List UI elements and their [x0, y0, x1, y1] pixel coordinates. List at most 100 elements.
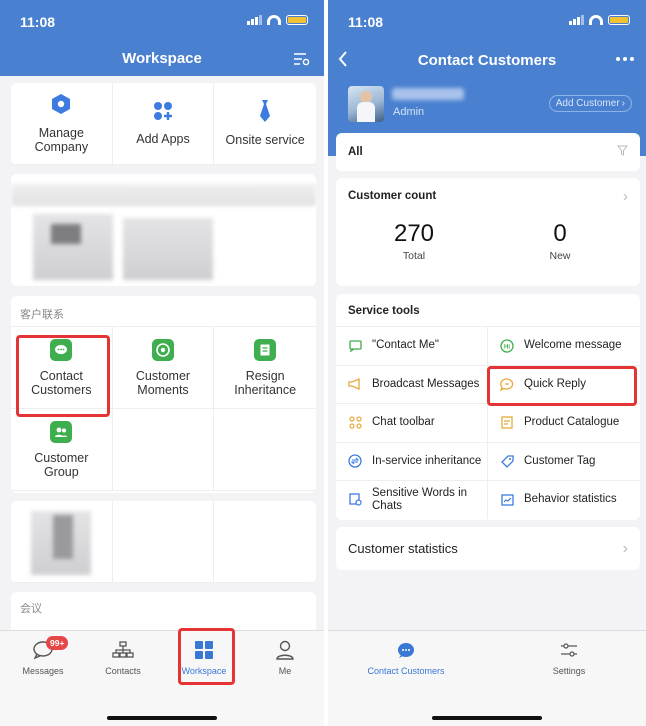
- customer-count-card[interactable]: Customer count › 270 Total 0 New: [336, 178, 640, 286]
- resign-inheritance-app[interactable]: Resign Inheritance: [214, 327, 316, 409]
- workspace-screen: 11:08 Workspace Manage Company Add Apps: [0, 0, 324, 726]
- tool-welcome-message[interactable]: Hi Welcome message: [488, 326, 640, 365]
- chat-bubble-icon: [364, 639, 448, 661]
- battery-icon: [286, 15, 308, 25]
- app-label: Customer Moments: [135, 368, 191, 397]
- tool-label: Chat toolbar: [372, 416, 435, 429]
- tab-label: Contact Customers: [367, 666, 445, 676]
- tab-label: Me: [278, 666, 292, 676]
- shutter-icon: [151, 338, 174, 361]
- tool-broadcast-messages[interactable]: Broadcast Messages: [336, 364, 488, 403]
- onsite-service-app[interactable]: Onsite service: [214, 83, 316, 165]
- megaphone-icon: [348, 377, 362, 391]
- highlight-contact-customers: [16, 335, 110, 417]
- page-title: Contact Customers: [417, 52, 557, 69]
- more-icon[interactable]: [616, 57, 634, 61]
- tab-me[interactable]: Me: [250, 639, 320, 676]
- app-label: Resign Inheritance: [234, 368, 297, 397]
- total-label: Total: [402, 250, 426, 262]
- settings-sliders-icon: [534, 639, 604, 661]
- tab-contact-customers[interactable]: Contact Customers: [364, 639, 448, 676]
- stats-icon: [500, 493, 514, 507]
- add-customer-button[interactable]: Add Customer ›: [548, 95, 632, 112]
- battery-icon: [608, 15, 630, 25]
- tie-icon: [258, 100, 272, 125]
- total-count: 270: [393, 220, 435, 247]
- tab-settings[interactable]: Settings: [534, 639, 604, 676]
- wifi-icon: [589, 15, 603, 25]
- highlight-workspace-tab: [178, 628, 235, 685]
- tool-customer-tag[interactable]: Customer Tag: [488, 441, 640, 481]
- nav-bar: 11:08 Workspace: [0, 0, 324, 76]
- tool-in-service-inheritance[interactable]: In-service inheritance: [336, 441, 488, 480]
- tool-contact-me[interactable]: "Contact Me": [336, 326, 488, 365]
- tab-messages[interactable]: 99+ Messages: [8, 636, 78, 676]
- section-label: 会议: [20, 603, 42, 615]
- tool-label: In-service inheritance: [372, 454, 482, 467]
- blurred-apps-card: [11, 174, 316, 286]
- avatar: [348, 86, 384, 122]
- group-icon: [50, 420, 73, 443]
- add-apps-icon: [153, 101, 173, 124]
- app-label: Add Apps: [136, 132, 190, 146]
- filter-bar[interactable]: All: [336, 133, 640, 171]
- tool-behavior-statistics[interactable]: Behavior statistics: [488, 480, 640, 519]
- contact-me-icon: [348, 339, 362, 353]
- filter-icon[interactable]: [616, 143, 629, 161]
- messages-icon: 99+: [8, 636, 78, 661]
- bottom-tab-bar: Contact Customers Settings: [328, 630, 646, 726]
- transfer-icon: [348, 454, 362, 468]
- home-indicator: [107, 716, 217, 720]
- tool-product-catalogue[interactable]: Product Catalogue: [488, 403, 640, 442]
- catalogue-icon: [500, 416, 514, 430]
- hi-icon: Hi: [500, 339, 514, 353]
- page-title: Workspace: [122, 50, 202, 67]
- highlight-quick-reply: [487, 366, 637, 406]
- document-icon: [254, 338, 277, 361]
- tool-label: Broadcast Messages: [372, 377, 480, 390]
- signal-icon: [569, 15, 584, 25]
- tab-contacts[interactable]: Contacts: [88, 639, 158, 676]
- chevron-right-icon: ›: [622, 539, 628, 557]
- unread-badge: 99+: [46, 636, 69, 650]
- user-role: Admin: [393, 106, 425, 118]
- top-apps-card: Manage Company Add Apps Onsite service: [11, 83, 316, 165]
- person-icon: [250, 639, 320, 661]
- manage-company-app[interactable]: Manage Company: [11, 83, 113, 165]
- tool-sensitive-words[interactable]: Sensitive Words in Chats: [336, 480, 488, 519]
- tag-icon: [500, 454, 514, 468]
- status-bar: 11:08: [0, 0, 324, 40]
- customer-moments-app[interactable]: Customer Moments: [112, 327, 215, 409]
- statistics-label: Customer statistics: [348, 541, 458, 556]
- manage-apps-icon[interactable]: [294, 52, 310, 66]
- signal-icon: [247, 15, 262, 25]
- empty-cell: [214, 409, 316, 491]
- tool-chat-toolbar[interactable]: Chat toolbar: [336, 403, 488, 442]
- chevron-right-icon: ›: [621, 98, 625, 109]
- add-customer-label: Add Customer: [555, 98, 620, 109]
- status-time: 11:08: [20, 14, 56, 30]
- customer-statistics-row[interactable]: Customer statistics ›: [336, 527, 640, 570]
- bottom-tab-bar: 99+ Messages Contacts Workspace Me: [0, 630, 324, 726]
- tool-label: Product Catalogue: [524, 416, 620, 429]
- app-label: Customer Group: [34, 450, 89, 479]
- app-label: Onsite service: [225, 133, 305, 147]
- status-bar: 11:08: [328, 0, 646, 40]
- empty-cell: [112, 409, 215, 491]
- wifi-icon: [267, 15, 281, 25]
- home-indicator: [432, 716, 542, 720]
- new-count: 0: [553, 220, 567, 247]
- tab-label: Messages: [22, 666, 64, 676]
- hexagon-icon: [51, 93, 71, 118]
- add-apps-app[interactable]: Add Apps: [112, 83, 215, 165]
- blurred-apps-card: [11, 501, 316, 583]
- filter-value: All: [348, 146, 363, 158]
- customer-group-app[interactable]: Customer Group: [11, 409, 113, 491]
- tool-label: Sensitive Words in Chats: [372, 486, 468, 512]
- toolbar-icon: [348, 416, 362, 430]
- chevron-right-icon: ›: [623, 188, 628, 205]
- tab-label: Settings: [552, 666, 586, 676]
- blurred-username: [392, 88, 464, 100]
- contact-customers-screen: 11:08 Contact Customers Admin Add Custom…: [328, 0, 646, 726]
- svg-text:Hi: Hi: [504, 344, 510, 350]
